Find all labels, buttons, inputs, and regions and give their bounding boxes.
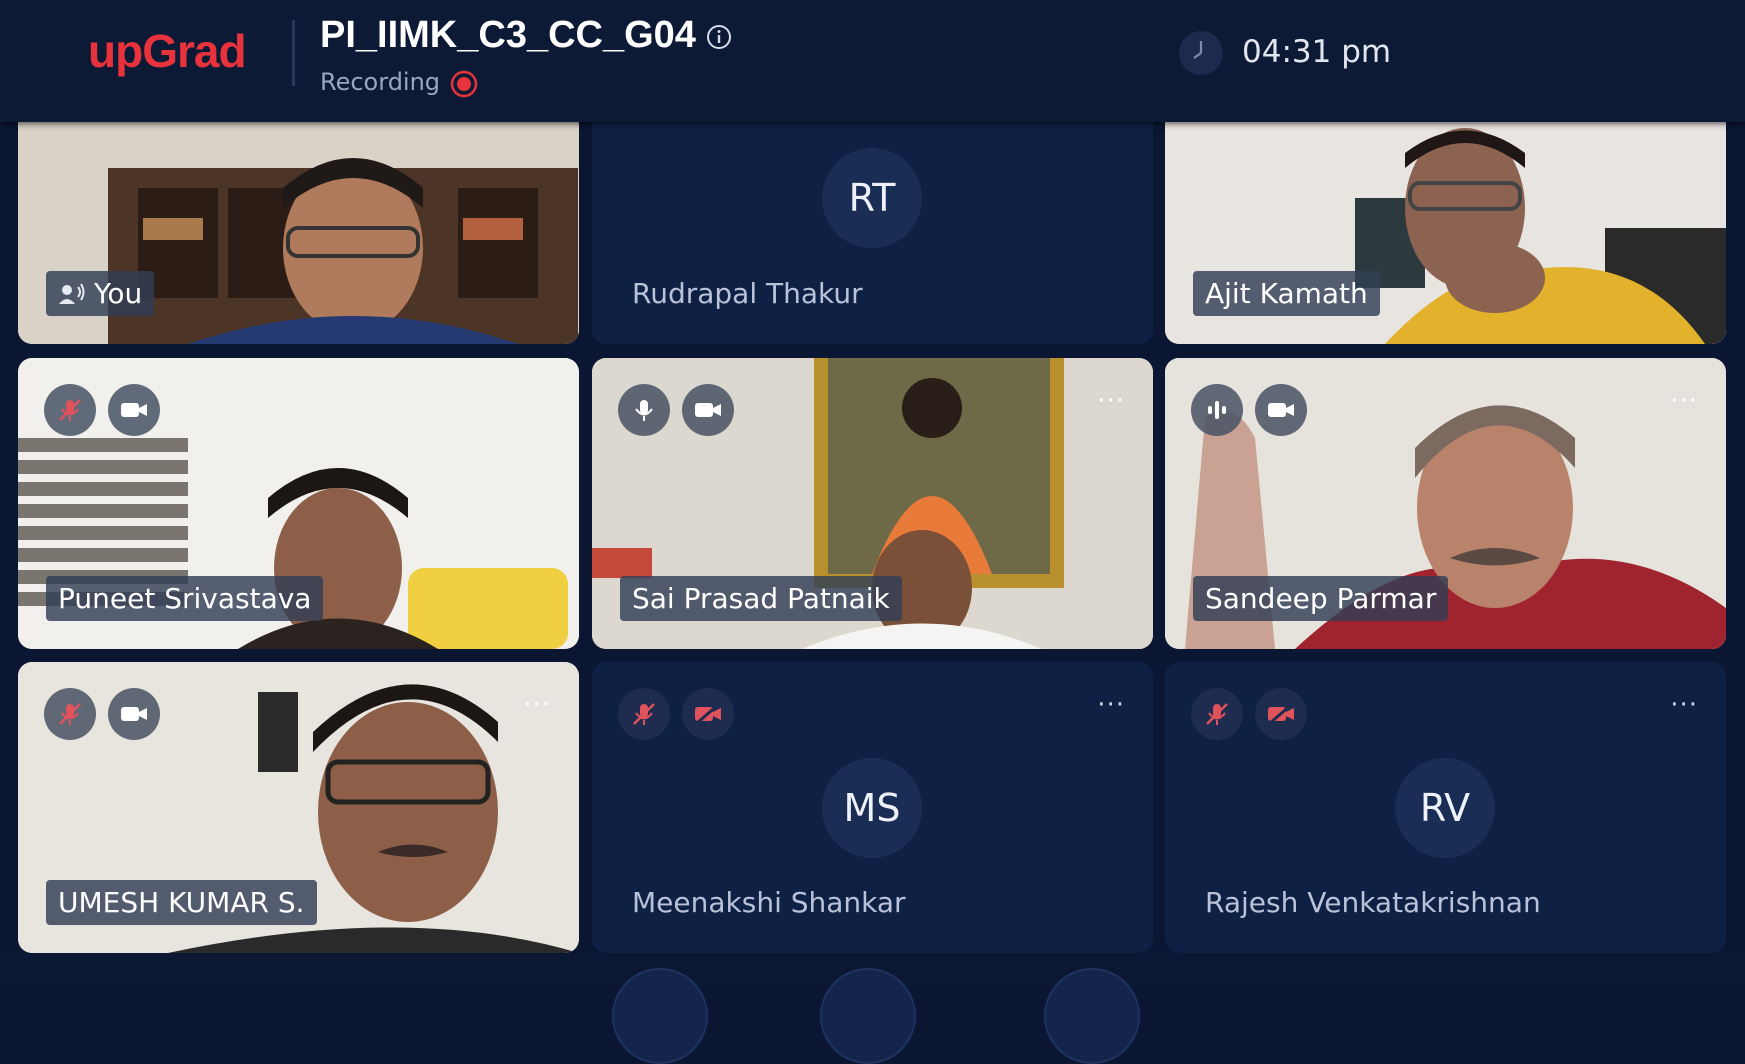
avatar: RV <box>1395 758 1495 858</box>
camera-button[interactable] <box>108 384 160 436</box>
camera-off-icon <box>695 702 721 726</box>
mic-off-icon <box>633 703 655 725</box>
control-button-2[interactable] <box>820 968 916 1064</box>
participant-name-label: Sai Prasad Patnaik <box>620 576 902 621</box>
participant-name-you: You <box>46 271 155 316</box>
speaker-icon <box>59 282 85 304</box>
camera-off-button[interactable] <box>1255 688 1307 740</box>
camera-icon <box>1268 403 1294 417</box>
microphone-muted-button[interactable] <box>1191 688 1243 740</box>
mic-off-icon <box>59 399 81 421</box>
microphone-button[interactable] <box>618 384 670 436</box>
camera-icon <box>695 403 721 417</box>
microphone-muted-button[interactable] <box>44 688 96 740</box>
camera-icon <box>121 403 147 417</box>
avatar: RT <box>822 148 922 248</box>
participant-name-label: Meenakshi Shankar <box>632 886 906 919</box>
more-options-icon[interactable]: ··· <box>1670 692 1698 718</box>
audio-level-icon <box>1208 401 1226 419</box>
participant-tile-you[interactable]: You <box>18 108 579 344</box>
clock-icon <box>1179 31 1223 75</box>
mic-off-icon <box>1206 703 1228 725</box>
recording-label: Recording <box>320 68 441 96</box>
participant-name-label: Rudrapal Thakur <box>632 277 863 310</box>
participant-name-label: Ajit Kamath <box>1193 271 1380 316</box>
participant-name-label: You <box>94 277 143 310</box>
participant-name-label: Puneet Srivastava <box>46 576 324 621</box>
microphone-muted-button[interactable] <box>618 688 670 740</box>
control-button-3[interactable] <box>1044 968 1140 1064</box>
participant-name-label: UMESH KUMAR S. <box>46 880 317 925</box>
camera-button[interactable] <box>108 688 160 740</box>
meeting-title: PI_IIMK_C3_CC_G04 <box>320 14 696 56</box>
mic-icon <box>635 400 653 421</box>
more-options-icon[interactable]: ··· <box>1097 692 1125 718</box>
header-divider <box>292 20 295 86</box>
participant-name-label: Sandeep Parmar <box>1193 576 1449 621</box>
participant-tile-sai-prasad-patnaik[interactable]: ··· Sai Prasad Patnaik <box>592 358 1153 649</box>
upgrad-logo: upGrad <box>88 25 247 77</box>
participant-tile-sandeep-parmar[interactable]: ··· Sandeep Parmar <box>1165 358 1726 649</box>
microphone-muted-button[interactable] <box>44 384 96 436</box>
more-options-icon[interactable]: ··· <box>1670 388 1698 414</box>
participant-name-label: Rajesh Venkatakrishnan <box>1205 886 1541 919</box>
control-button-1[interactable] <box>612 968 708 1064</box>
camera-button[interactable] <box>682 384 734 436</box>
camera-off-button[interactable] <box>682 688 734 740</box>
microphone-speaking-button[interactable] <box>1191 384 1243 436</box>
mic-off-icon <box>59 703 81 725</box>
info-icon[interactable] <box>706 24 732 50</box>
participant-tile-rajesh-venkatakrishnan[interactable]: ··· RV Rajesh Venkatakrishnan <box>1165 662 1726 953</box>
participant-tile-umesh-kumar[interactable]: ··· UMESH KUMAR S. <box>18 662 579 953</box>
participant-tile-ajit-kamath[interactable]: Ajit Kamath <box>1165 108 1726 344</box>
camera-button[interactable] <box>1255 384 1307 436</box>
participant-tile-puneet-srivastava[interactable]: Puneet Srivastava <box>18 358 579 649</box>
more-options-icon[interactable]: ··· <box>1097 388 1125 414</box>
camera-off-icon <box>1268 702 1294 726</box>
recording-indicator-icon <box>450 70 478 98</box>
top-bar: upGrad PI_IIMK_C3_CC_G04 Recording 04:31… <box>0 0 1745 122</box>
camera-icon <box>121 707 147 721</box>
participant-tile-rudrapal-thakur[interactable]: RT Rudrapal Thakur <box>592 108 1153 344</box>
participant-tile-meenakshi-shankar[interactable]: ··· MS Meenakshi Shankar <box>592 662 1153 953</box>
more-options-icon[interactable]: ··· <box>523 692 551 718</box>
avatar: MS <box>822 758 922 858</box>
clock-time: 04:31 pm <box>1242 34 1392 70</box>
